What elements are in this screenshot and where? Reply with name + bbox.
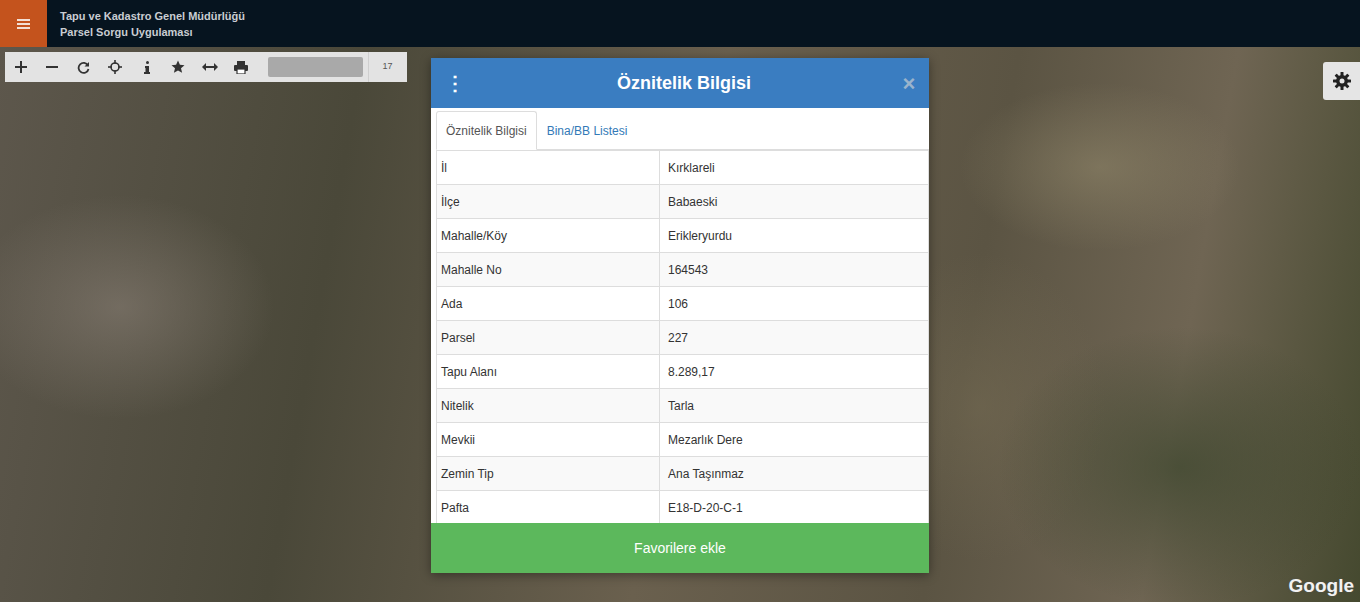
zoom-out-button[interactable] [37,52,69,82]
gear-icon [1333,72,1351,90]
minus-icon [46,61,58,73]
zoom-in-button[interactable] [5,52,37,82]
info-icon [144,61,150,74]
attribute-row: Mahalle/KöyErikleryurdu [437,219,929,253]
add-favorite-button[interactable]: Favorilere ekle [431,523,929,573]
app-header: Tapu ve Kadastro Genel Müdürlüğü Parsel … [0,0,1360,47]
crosshair-icon [108,60,122,74]
dialog-title: Öznitelik Bilgisi [479,70,889,97]
dialog-tab[interactable]: Bina/BB Listesi [537,111,638,150]
search-input[interactable] [268,57,363,77]
attribute-row: Zemin TipAna Taşınmaz [437,457,929,491]
attribute-label: İlçe [437,185,660,219]
attribute-table: İlKırklareliİlçeBabaeskiMahalle/KöyErikl… [436,150,929,523]
attribute-value: E18-D-20-C-1 [660,491,929,524]
info-button[interactable] [131,52,163,82]
attribute-value: Ana Taşınmaz [660,457,929,491]
attribute-row: NitelikTarla [437,389,929,423]
map-attribution: Google [1289,572,1354,601]
attribute-value: Erikleryurdu [660,219,929,253]
attribute-row: PaftaE18-D-20-C-1 [437,491,929,524]
print-button[interactable] [226,52,258,82]
double-arrow-icon [202,62,218,72]
attribute-row: Tapu Alanı8.289,17 [437,355,929,389]
settings-button[interactable] [1323,62,1360,100]
attribute-value: 8.289,17 [660,355,929,389]
hamburger-icon [17,19,30,29]
zoom-level: 17 [368,52,406,82]
attribute-scroll[interactable]: İlKırklareliİlçeBabaeskiMahalle/KöyErikl… [436,150,929,523]
attribute-row: Ada106 [437,287,929,321]
attribute-label: Nitelik [437,389,660,423]
attribute-label: İl [437,151,660,185]
plus-icon [15,61,27,73]
tab-list: Öznitelik BilgisiBina/BB Listesi [436,111,929,150]
map[interactable]: 17 ⋮ Öznitelik Bilgisi × Öznitelik Bilgi… [0,47,1360,602]
attribute-value: Mezarlık Dere [660,423,929,457]
dialog-tab[interactable]: Öznitelik Bilgisi [436,111,537,150]
attribute-label: Ada [437,287,660,321]
attribute-label: Parsel [437,321,660,355]
dialog-header: ⋮ Öznitelik Bilgisi × [431,58,929,108]
refresh-button[interactable] [68,52,100,82]
attribute-label: Mevkii [437,423,660,457]
attribute-row: MevkiiMezarlık Dere [437,423,929,457]
attribute-value: 164543 [660,253,929,287]
attribute-label: Tapu Alanı [437,355,660,389]
attribute-label: Mahalle No [437,253,660,287]
attribute-value: Babaeski [660,185,929,219]
map-toolbar: 17 [5,52,407,82]
favorites-button[interactable] [163,52,195,82]
attribute-label: Zemin Tip [437,457,660,491]
measure-button[interactable] [194,52,226,82]
app-subtitle: Parsel Sorgu Uygulaması [60,24,245,40]
attribute-value: Kırklareli [660,151,929,185]
attribute-value: 227 [660,321,929,355]
menu-button[interactable] [0,0,47,47]
attribute-row: İlKırklareli [437,151,929,185]
attribute-value: 106 [660,287,929,321]
attribute-label: Pafta [437,491,660,524]
attribute-value: Tarla [660,389,929,423]
dialog-menu[interactable]: ⋮ [431,68,479,98]
attribute-row: İlçeBabaeski [437,185,929,219]
attribute-row: Mahalle No164543 [437,253,929,287]
star-icon [171,60,185,74]
locate-button[interactable] [100,52,132,82]
printer-icon [234,61,248,74]
close-button[interactable]: × [889,67,929,100]
attribute-row: Parsel227 [437,321,929,355]
refresh-icon [77,61,90,74]
attribute-dialog: ⋮ Öznitelik Bilgisi × Öznitelik BilgisiB… [431,58,929,573]
attribute-label: Mahalle/Köy [437,219,660,253]
app-title: Tapu ve Kadastro Genel Müdürlüğü [60,8,245,24]
